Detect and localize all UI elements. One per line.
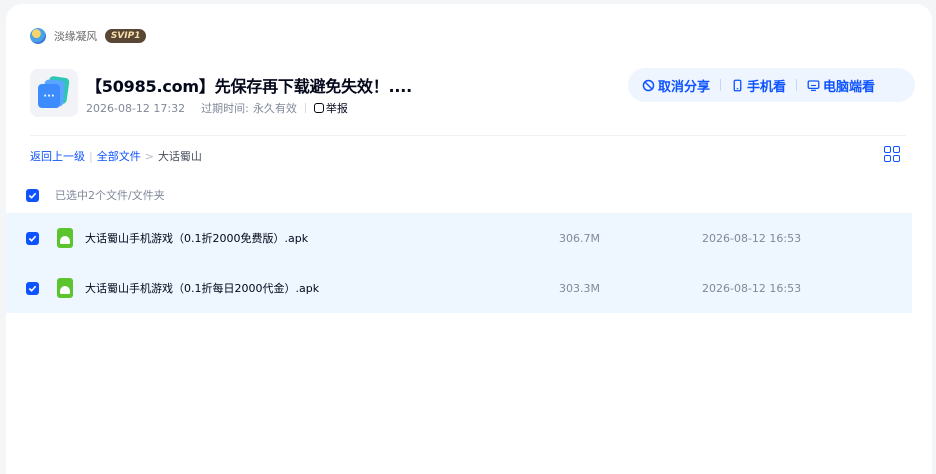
selection-summary: 已选中2个文件/文件夹	[55, 189, 165, 202]
share-meta: 2026-08-12 17:32 过期时间: 永久有效 举报	[86, 100, 348, 116]
all-files-link[interactable]: 全部文件	[97, 148, 141, 164]
share-title: 【50985.com】先保存再下载避免失效！....	[86, 77, 413, 96]
created-time: 2026-08-12 17:32	[86, 101, 186, 115]
phone-icon	[733, 79, 742, 91]
folder-thumbnail: ···	[30, 69, 78, 117]
svip-badge: SVIP1	[104, 29, 147, 43]
check-icon	[28, 235, 37, 242]
android-apk-icon	[57, 228, 73, 248]
file-checkbox[interactable]	[26, 281, 39, 295]
android-apk-icon	[57, 278, 73, 298]
chevron-right-icon: >	[144, 149, 154, 163]
crumb-pipe: |	[89, 149, 93, 163]
pc-view-button[interactable]: 电脑端看	[807, 76, 875, 95]
expire-value: 永久有效	[252, 102, 297, 115]
cancel-share-button[interactable]: 取消分享	[642, 76, 710, 95]
current-folder: 大话蜀山	[157, 150, 202, 163]
expire-label: 过期时间:	[201, 102, 249, 115]
grid-view-icon[interactable]	[884, 146, 900, 162]
select-all-row: 已选中2个文件/文件夹	[26, 187, 165, 203]
meta-divider	[304, 103, 306, 113]
report-button[interactable]: 举报	[313, 100, 348, 116]
file-name[interactable]: 大话蜀山手机游戏（0.1折每日2000代金）.apk	[85, 280, 559, 296]
file-time: 2026-08-12 16:53	[702, 231, 802, 245]
action-divider	[796, 79, 798, 91]
folder-icon: ···	[38, 84, 60, 108]
mobile-view-label: 手机看	[747, 79, 787, 95]
action-divider	[720, 79, 722, 91]
file-size: 303.3M	[559, 281, 600, 295]
username[interactable]: 淡缘凝风	[54, 28, 97, 44]
share-actions: 取消分享 手机看 电脑端看	[628, 68, 915, 102]
file-row[interactable]: 大话蜀山手机游戏（0.1折每日2000代金）.apk 303.3M 2026-0…	[6, 263, 912, 313]
file-row[interactable]: 大话蜀山手机游戏（0.1折2000免费版）.apk 306.7M 2026-08…	[6, 213, 912, 263]
cancel-share-label: 取消分享	[658, 79, 711, 95]
header-divider	[30, 135, 906, 136]
pc-view-label: 电脑端看	[823, 79, 876, 95]
check-icon	[28, 192, 37, 199]
report-label: 举报	[325, 102, 348, 115]
select-all-checkbox[interactable]	[26, 188, 39, 202]
file-time: 2026-08-12 16:53	[702, 281, 802, 295]
report-icon	[313, 103, 324, 113]
avatar[interactable]	[30, 28, 46, 44]
file-checkbox[interactable]	[26, 231, 39, 245]
monitor-icon	[807, 79, 820, 91]
back-link[interactable]: 返回上一级	[30, 148, 85, 164]
check-icon	[28, 285, 37, 292]
ban-icon	[642, 79, 655, 91]
file-name[interactable]: 大话蜀山手机游戏（0.1折2000免费版）.apk	[85, 230, 559, 246]
breadcrumb: 返回上一级 | 全部文件 > 大话蜀山	[30, 148, 202, 164]
sharer-info: 淡缘凝风 SVIP1	[30, 27, 147, 45]
file-size: 306.7M	[559, 231, 600, 245]
mobile-view-button[interactable]: 手机看	[731, 76, 786, 95]
